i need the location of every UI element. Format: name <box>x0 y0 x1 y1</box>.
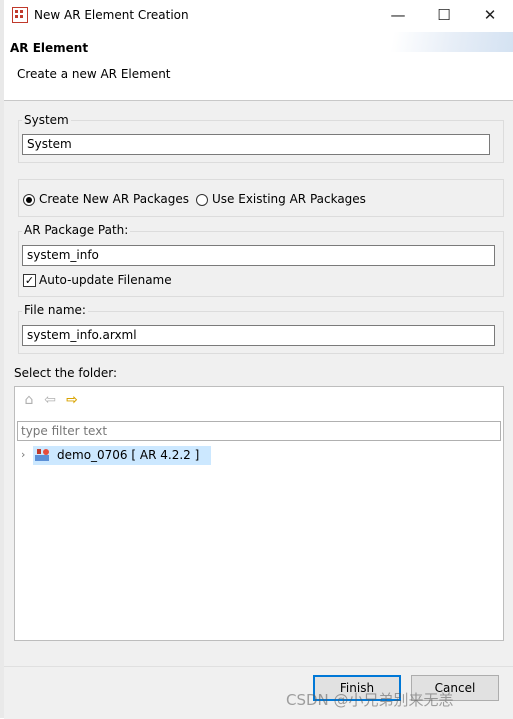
minimize-icon: — <box>390 6 406 24</box>
select-folder-label: Select the folder: <box>14 366 118 380</box>
minimize-button[interactable]: — <box>375 0 421 31</box>
close-icon: ✕ <box>483 6 497 24</box>
close-button[interactable]: ✕ <box>467 0 513 31</box>
file-name-input[interactable]: system_info.arxml <box>22 325 495 346</box>
ar-project-icon <box>35 448 51 462</box>
window-title: New AR Element Creation <box>34 8 189 22</box>
chevron-right-icon[interactable]: › <box>21 448 25 461</box>
header-banner-graphic <box>363 32 513 52</box>
app-icon <box>12 7 28 23</box>
dialog-window: New AR Element Creation — ☐ ✕ AR Element… <box>4 0 513 719</box>
folder-tree-panel: ⌂ ⇦ ⇨ type filter text › demo_0706 [ AR … <box>14 386 504 641</box>
tree-item[interactable]: › demo_0706 [ AR 4.2.2 ] <box>21 446 211 466</box>
page-title: AR Element <box>10 41 89 55</box>
system-group-label: System <box>22 113 71 127</box>
wizard-body: System System Create New AR Packages Use… <box>4 101 513 666</box>
maximize-icon: ☐ <box>437 6 451 24</box>
radio-unselected-icon <box>196 194 208 206</box>
filter-input[interactable]: type filter text <box>17 421 501 441</box>
package-path-label: AR Package Path: <box>22 223 131 237</box>
maximize-button[interactable]: ☐ <box>421 0 467 31</box>
tree-item-label: demo_0706 [ AR 4.2.2 ] <box>57 448 200 462</box>
system-field[interactable]: System <box>22 134 490 155</box>
forward-arrow-icon[interactable]: ⇨ <box>64 392 80 408</box>
watermark: CSDN @小兄弟别来无恙 <box>286 691 454 709</box>
create-new-packages-label: Create New AR Packages <box>39 192 190 206</box>
file-name-label: File name: <box>22 303 88 317</box>
package-path-input[interactable]: system_info <box>22 245 495 266</box>
checkmark-icon: ✓ <box>23 274 36 287</box>
radio-selected-icon <box>23 194 35 206</box>
back-arrow-icon[interactable]: ⇦ <box>42 392 58 408</box>
page-description: Create a new AR Element <box>17 67 171 81</box>
auto-update-filename-label: Auto-update Filename <box>39 273 172 287</box>
use-existing-packages-label: Use Existing AR Packages <box>212 192 366 206</box>
title-bar: New AR Element Creation — ☐ ✕ <box>4 0 513 31</box>
home-icon[interactable]: ⌂ <box>21 392 37 408</box>
